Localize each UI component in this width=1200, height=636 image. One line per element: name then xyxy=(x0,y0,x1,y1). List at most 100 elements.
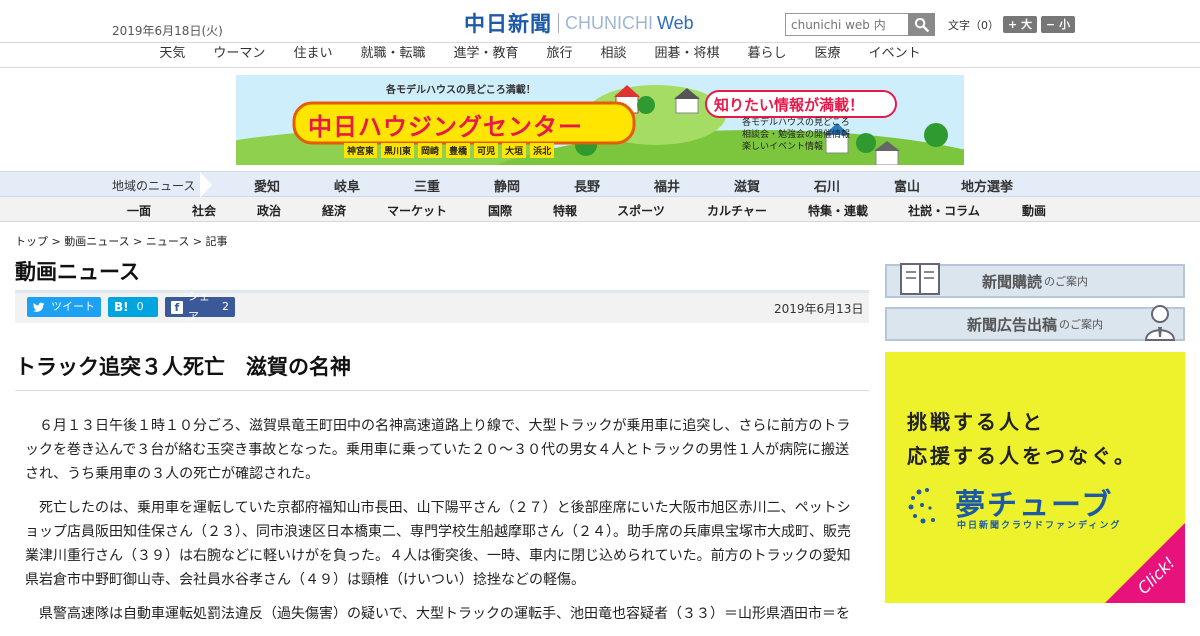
region-mie[interactable]: 三重 xyxy=(414,176,440,195)
ad-line2: 応援する人をつなぐ。 xyxy=(907,444,1137,468)
section-title: 動画ニュース xyxy=(15,260,140,284)
cat-sports[interactable]: スポーツ xyxy=(617,202,665,219)
breadcrumb[interactable]: トップ > 動画ニュース > ニュース > 記事 xyxy=(15,233,228,249)
top-header: 2019年6月18日(火) 中日新聞 CHUNICHI Web 文字（0） + … xyxy=(0,0,1200,43)
share-bar: ツイート B! 0 f シェア 2 xyxy=(15,290,869,323)
nav-education[interactable]: 進学・教育 xyxy=(453,44,518,67)
logo-en: CHUNICHI xyxy=(565,12,653,33)
article-headline: トラック追突３人死亡 滋賀の名神 xyxy=(15,355,351,379)
nav-events[interactable]: イベント xyxy=(869,44,921,67)
nav-housing[interactable]: 住まい xyxy=(293,44,332,67)
banner-place: 岡崎 xyxy=(418,143,443,158)
hatena-count: 0 xyxy=(136,300,144,313)
banner-place: 大垣 xyxy=(502,143,527,158)
cat-special-report[interactable]: 特報 xyxy=(553,202,577,219)
tweet-label: ツイート xyxy=(51,300,95,313)
facebook-label: シェア xyxy=(187,290,210,323)
cat-society[interactable]: 社会 xyxy=(192,202,216,219)
nav-medical[interactable]: 医療 xyxy=(815,44,841,67)
font-size-label: 文字（0） xyxy=(948,18,999,32)
article-paragraph: 死亡したのは、乗用車を運転していた京都府福知山市長田、山下陽平さん（２７）と後部… xyxy=(25,500,851,588)
cat-features[interactable]: 特集・連載 xyxy=(808,202,868,219)
search-icon xyxy=(914,17,929,32)
nav-travel[interactable]: 旅行 xyxy=(546,44,572,67)
facebook-icon: f xyxy=(171,300,183,314)
banner-bullet: 各モデルハウスの見どころ xyxy=(742,118,850,128)
nav-weather[interactable]: 天気 xyxy=(159,44,185,67)
twitter-icon xyxy=(33,302,45,312)
ad-line1: 挑戦する人と xyxy=(907,410,1045,434)
article-paragraph: 県警高速隊は自動車運転処罰法違反（過失傷害）の疑いで、大型トラックの運転手、池田… xyxy=(39,606,851,622)
tweet-button[interactable]: ツイート xyxy=(27,297,101,317)
hatena-icon: B! xyxy=(114,300,129,314)
article-body: ６月１３日午後１時１０分ごろ、滋賀県竜王町田中の名神高速道路上り線で、大型トラッ… xyxy=(25,414,853,636)
yume-tube-ad[interactable]: 挑戦する人と 応援する人をつなぐ。 夢チューブ 中日新聞クラウドファンディング … xyxy=(885,352,1185,603)
region-fukui[interactable]: 福井 xyxy=(654,176,680,195)
hatena-button[interactable]: B! 0 xyxy=(108,297,158,317)
banner-bullet: 相談会・勉強会の開催情報 xyxy=(742,130,851,140)
banner-place: 可児 xyxy=(474,143,499,158)
facebook-count: 2 xyxy=(222,300,229,313)
banner-bubble: 知りたい情報が満載！ xyxy=(714,96,865,114)
subscribe-main-label: 新聞購読 xyxy=(981,272,1042,291)
font-larger-button[interactable]: + 大 xyxy=(1003,16,1038,33)
region-shizuoka[interactable]: 静岡 xyxy=(494,176,520,195)
cat-editorial[interactable]: 社説・コラム xyxy=(908,202,980,219)
yume-tube-logo-icon xyxy=(908,488,935,524)
region-aichi[interactable]: 愛知 xyxy=(254,176,280,195)
cat-culture[interactable]: カルチャー xyxy=(707,202,767,219)
current-date: 2019年6月18日(火) xyxy=(112,24,223,38)
category-nav: 一面 社会 政治 経済 マーケット 国際 特報 スポーツ カルチャー 特集・連載… xyxy=(0,197,1200,222)
cat-economy[interactable]: 経済 xyxy=(322,202,346,219)
banner-place: 豊橋 xyxy=(446,143,471,158)
region-nav-arrow xyxy=(200,172,212,198)
facebook-share-button[interactable]: f シェア 2 xyxy=(165,290,235,323)
region-shiga[interactable]: 滋賀 xyxy=(734,176,760,195)
region-local-elections[interactable]: 地方選挙 xyxy=(961,176,1013,195)
region-toyama[interactable]: 富山 xyxy=(894,176,920,195)
banner-place: 浜北 xyxy=(530,143,555,158)
banner-top-text: 各モデルハウスの見どころ満載！ xyxy=(386,85,536,96)
banner-places: 神宮東 黒川東 岡崎 豊橋 可児 大垣 浜北 xyxy=(344,143,555,158)
banner-place: 神宮東 xyxy=(344,143,378,158)
ad-brand-sub: 中日新聞クラウドファンディング xyxy=(957,521,1122,531)
housing-center-banner[interactable]: 各モデルハウスの見どころ満載！ 中日ハウジングセンター 知りたい情報が満載！ 神… xyxy=(236,75,964,165)
banner-main-text: 中日ハウジングセンター xyxy=(308,113,583,141)
subscribe-sub-label: のご案内 xyxy=(1044,275,1088,288)
cat-market[interactable]: マーケット xyxy=(387,202,447,219)
logo-divider xyxy=(558,13,559,33)
logo-jp: 中日新聞 xyxy=(464,11,552,36)
ad-placement-main-label: 新聞広告出稿 xyxy=(966,315,1057,334)
region-nav: 地域のニュース 愛知 岐阜 三重 静岡 長野 福井 滋賀 石川 富山 地方選挙 xyxy=(0,171,1200,198)
banner-place: 黒川東 xyxy=(381,143,415,158)
region-gifu[interactable]: 岐阜 xyxy=(334,176,360,195)
font-smaller-button[interactable]: − 小 xyxy=(1041,16,1076,33)
subscribe-info-button[interactable]: 新聞購読 のご案内 xyxy=(885,263,1185,298)
ad-placement-sub-label: のご案内 xyxy=(1059,318,1103,331)
region-nagano[interactable]: 長野 xyxy=(574,176,600,195)
global-nav: 天気 ウーマン 住まい 就職・転職 進学・教育 旅行 相談 囲碁・将棋 暮らし … xyxy=(0,44,1200,68)
nav-jobs[interactable]: 就職・転職 xyxy=(360,44,425,67)
cat-video[interactable]: 動画 xyxy=(1022,202,1046,219)
region-ishikawa[interactable]: 石川 xyxy=(814,176,840,195)
banner-bullets: 各モデルハウスの見どころ 相談会・勉強会の開催情報 楽しいイベント情報 xyxy=(742,117,850,153)
cat-front-page[interactable]: 一面 xyxy=(127,202,151,219)
site-logo[interactable]: 中日新聞 CHUNICHI Web xyxy=(464,10,694,36)
nav-igo-shogi[interactable]: 囲碁・将棋 xyxy=(655,44,720,67)
published-date: 2019年6月13日 xyxy=(774,302,864,316)
nav-living[interactable]: 暮らし xyxy=(748,44,787,67)
region-nav-label: 地域のニュース xyxy=(112,179,196,193)
cat-politics[interactable]: 政治 xyxy=(257,202,281,219)
nav-woman[interactable]: ウーマン xyxy=(213,44,265,67)
search-button[interactable] xyxy=(908,13,935,36)
businessman-icon xyxy=(1144,305,1176,341)
ad-placement-info-button[interactable]: 新聞広告出稿 のご案内 xyxy=(885,305,1185,341)
logo-web: Web xyxy=(657,12,694,33)
search-input[interactable] xyxy=(785,13,908,36)
article-paragraph: ６月１３日午後１時１０分ごろ、滋賀県竜王町田中の名神高速道路上り線で、大型トラッ… xyxy=(25,418,851,482)
site-search xyxy=(785,13,935,36)
nav-advice[interactable]: 相談 xyxy=(601,44,627,67)
headline-divider xyxy=(15,390,869,391)
font-size-control: 文字（0） + 大 − 小 xyxy=(948,16,1076,33)
cat-international[interactable]: 国際 xyxy=(488,202,512,219)
